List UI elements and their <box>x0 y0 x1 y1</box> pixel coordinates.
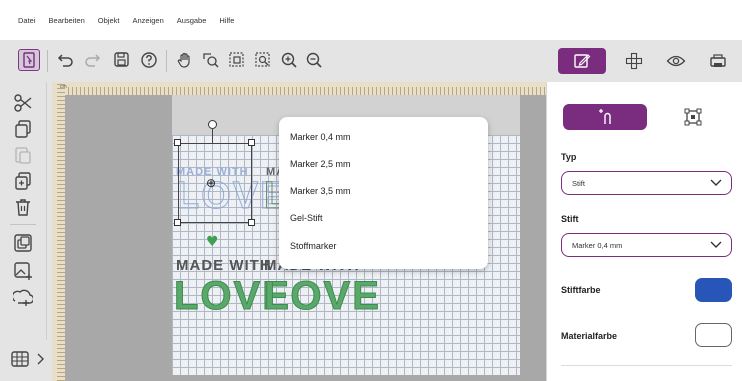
left-toolbar-divider <box>10 224 36 225</box>
output-icon <box>710 54 726 67</box>
chevron-down-icon <box>710 179 722 186</box>
pen-tool-segment <box>563 104 731 130</box>
preview-icon <box>666 55 686 67</box>
expand-panel-button[interactable] <box>0 340 52 381</box>
stift-label: Stift <box>561 214 579 224</box>
output-mode-tab[interactable] <box>694 48 742 74</box>
arrange-mode-tab[interactable] <box>610 48 658 74</box>
dropdown-option[interactable]: Marker 2,5 mm <box>290 159 351 169</box>
toolbar <box>0 40 742 82</box>
arrange-icon <box>625 52 643 70</box>
pen-dropdown-list: Marker 0,4 mm Marker 2,5 mm Marker 3,5 m… <box>279 117 488 269</box>
chevron-down-icon <box>710 241 722 248</box>
resize-handle-top-left[interactable] <box>174 139 181 146</box>
typ-label: Typ <box>561 152 577 162</box>
menu-bearbeiten[interactable]: Bearbeiten <box>49 16 85 25</box>
image-edit-icon[interactable] <box>10 260 36 282</box>
ruler-horizontal <box>52 82 546 95</box>
toolbar-divider <box>166 50 167 72</box>
panel-divider <box>561 365 732 366</box>
stift-select-value: Marker 0,4 mm <box>572 240 623 250</box>
menu-datei[interactable]: Datei <box>18 16 36 25</box>
save-icon[interactable] <box>110 48 134 72</box>
undo-icon[interactable] <box>54 48 78 72</box>
pen-tool-icon <box>599 109 611 124</box>
resize-handle-top-right[interactable] <box>248 139 255 146</box>
zoom-box-icon[interactable] <box>199 48 223 72</box>
select-icon <box>17 48 41 72</box>
edit-mode-tab[interactable] <box>558 48 606 74</box>
left-toolbar-edge <box>46 82 47 381</box>
duplicate-icon[interactable] <box>10 170 36 192</box>
rotate-handle-line <box>212 128 213 143</box>
chevron-right-icon <box>37 353 44 365</box>
typ-select[interactable]: Stift <box>561 171 732 195</box>
cut-icon[interactable] <box>10 92 36 114</box>
menu-anzeigen[interactable]: Anzeigen <box>132 16 163 25</box>
dropdown-option[interactable]: Marker 0,4 mm <box>290 132 351 142</box>
pen-tab[interactable] <box>563 104 647 130</box>
materialfarbe-label: Materialfarbe <box>561 331 618 341</box>
group-icon[interactable] <box>10 232 36 254</box>
design-text-made-with-3[interactable]: MADE WITH <box>176 257 272 274</box>
move-crosshair-icon[interactable]: ⊕ <box>206 176 216 190</box>
zoom-in-icon[interactable] <box>277 48 301 72</box>
resize-handle-bottom-right[interactable] <box>248 219 255 226</box>
position-tab[interactable] <box>655 104 731 130</box>
pan-hand-icon[interactable] <box>173 48 197 72</box>
edit-icon <box>574 54 591 68</box>
menu-objekt[interactable]: Objekt <box>98 16 120 25</box>
shape-library-icon[interactable] <box>10 286 36 308</box>
copy-icon[interactable] <box>10 118 36 140</box>
dropdown-option[interactable]: Stoffmarker <box>290 241 336 251</box>
design-text-love-4[interactable]: LOVE <box>264 274 381 319</box>
preview-mode-tab[interactable] <box>652 48 700 74</box>
ruler-unit-label: cm <box>60 84 67 90</box>
left-toolbar <box>0 82 52 381</box>
help-icon[interactable] <box>137 48 161 72</box>
menu-ausgabe[interactable]: Ausgabe <box>177 16 207 25</box>
toolbar-divider <box>47 50 48 72</box>
menu-hilfe[interactable]: Hilfe <box>219 16 234 25</box>
mat-grid-icon <box>11 351 29 367</box>
delete-icon[interactable] <box>10 196 36 218</box>
stiftfarbe-label: Stiftfarbe <box>561 285 601 295</box>
resize-handle-bottom-left[interactable] <box>174 219 181 226</box>
stift-select[interactable]: Marker 0,4 mm <box>561 233 732 257</box>
heart-icon[interactable]: ♥ <box>206 234 219 250</box>
zoom-out-icon[interactable] <box>302 48 326 72</box>
redo-icon[interactable] <box>80 48 104 72</box>
dropdown-option[interactable]: Marker 3,5 mm <box>290 186 351 196</box>
paste-icon[interactable] <box>10 144 36 166</box>
material-color-swatch[interactable] <box>695 323 732 347</box>
zoom-selection-icon[interactable] <box>251 48 275 72</box>
ruler-vertical <box>52 82 65 381</box>
pen-color-swatch[interactable] <box>695 278 732 302</box>
position-icon <box>684 108 702 126</box>
typ-select-value: Stift <box>572 178 585 188</box>
dropdown-option[interactable]: Gel-Stift <box>290 213 323 223</box>
properties-panel: Typ Stift Stift Marker 0,4 mm Stiftfarbe… <box>546 82 742 381</box>
zoom-fit-icon[interactable] <box>225 48 249 72</box>
menu-bar: Datei Bearbeiten Objekt Anzeigen Ausgabe… <box>0 0 742 40</box>
